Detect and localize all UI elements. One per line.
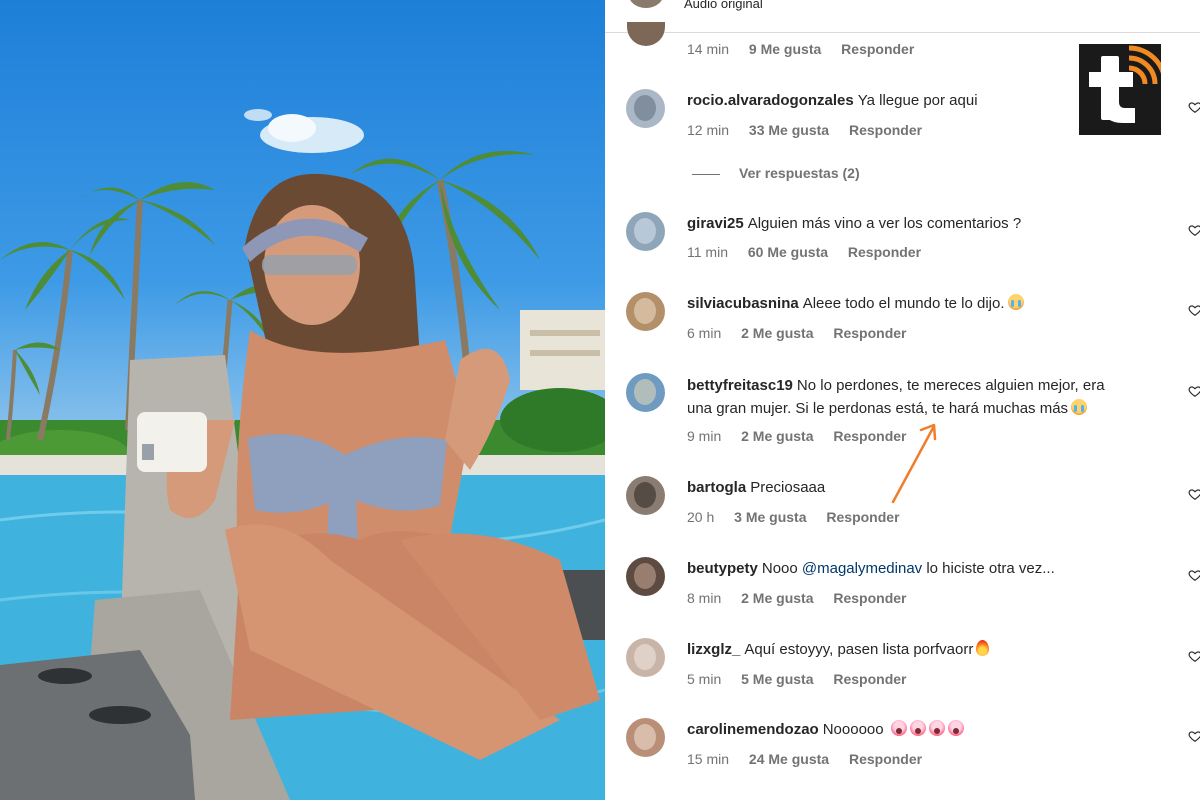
- likes-count[interactable]: 3 Me gusta: [734, 509, 806, 525]
- crying-face-icon: [1007, 294, 1024, 310]
- comment-time: 15 min: [687, 751, 730, 767]
- avatar[interactable]: [626, 89, 665, 128]
- reply-button[interactable]: Responder: [833, 325, 906, 341]
- comment-meta: 5 min 5 Me gusta Responder: [687, 671, 923, 687]
- heart-icon[interactable]: [1188, 384, 1200, 398]
- heart-icon[interactable]: [1188, 487, 1200, 501]
- comment-text: bartogla Preciosaaa: [687, 477, 1167, 498]
- comment-meta: 12 min 33 Me gusta Responder: [687, 122, 938, 138]
- comment-text: carolinemendozao Noooooo: [687, 719, 1167, 740]
- screaming-face-icon: [947, 720, 964, 736]
- reply-button[interactable]: Responder: [833, 590, 906, 606]
- comment-body: Preciosaaa: [750, 479, 826, 496]
- post-photo: [0, 0, 605, 800]
- avatar[interactable]: [626, 718, 665, 757]
- photo-illustration: [0, 109, 605, 800]
- view-replies-button[interactable]: Ver respuestas (2): [692, 165, 860, 181]
- comment-body-tail: lo hiciste otra vez...: [926, 560, 1055, 577]
- comment-body: Noooooo: [822, 721, 884, 738]
- likes-count[interactable]: 24 Me gusta: [749, 751, 829, 767]
- comment-body: Aquí estoyyy, pasen lista porfvaorr: [744, 641, 974, 658]
- comment-body: No lo perdones, te mereces alguien mejor…: [796, 377, 1105, 394]
- heart-icon[interactable]: [1188, 223, 1200, 237]
- post-header: Audio original: [605, 0, 1200, 33]
- comment-username[interactable]: beutypety: [687, 560, 758, 577]
- comment-time: 11 min: [687, 244, 728, 260]
- heart-icon[interactable]: [1188, 303, 1200, 317]
- likes-count[interactable]: 2 Me gusta: [741, 590, 813, 606]
- comment-text: beutypety Nooo @magalymedinav lo hiciste …: [687, 558, 1167, 579]
- heart-icon[interactable]: [1188, 649, 1200, 663]
- comment-body-line2: una gran mujer. Si le perdonas está, te …: [687, 400, 1069, 417]
- comment-username[interactable]: bettyfreitasc19: [687, 377, 793, 394]
- comment-meta: 6 min 2 Me gusta Responder: [687, 325, 923, 341]
- comment-body: Aleee todo el mundo te lo dijo.: [802, 295, 1005, 312]
- avatar[interactable]: [626, 292, 665, 331]
- reply-button[interactable]: Responder: [841, 41, 914, 57]
- comment-body: Nooo: [761, 560, 798, 577]
- comment-username[interactable]: giravi25: [687, 215, 744, 232]
- heart-icon[interactable]: [1188, 729, 1200, 743]
- likes-count[interactable]: 2 Me gusta: [741, 428, 813, 444]
- comment-meta: 14 min 9 Me gusta Responder: [687, 41, 930, 57]
- avatar[interactable]: [626, 212, 665, 251]
- heart-icon[interactable]: [1188, 100, 1200, 114]
- screaming-face-icon: [890, 720, 907, 736]
- comment-meta: 15 min 24 Me gusta Responder: [687, 751, 938, 767]
- comment-username[interactable]: lizxglz_: [687, 641, 740, 658]
- comment-time: 6 min: [687, 325, 722, 341]
- reply-button[interactable]: Responder: [833, 671, 906, 687]
- crying-face-icon: [1071, 399, 1088, 415]
- likes-count[interactable]: 5 Me gusta: [741, 671, 813, 687]
- comment-meta: 11 min 60 Me gusta Responder: [687, 244, 937, 260]
- likes-count[interactable]: 33 Me gusta: [749, 122, 829, 138]
- comment-text: giravi25 Alguien más vino a ver los comen…: [687, 213, 1167, 234]
- comment-username[interactable]: rocio.alvaradogonzales: [687, 92, 854, 109]
- comment-text: silviacubasnina Aleee todo el mundo te lo…: [687, 293, 1167, 314]
- likes-count[interactable]: 60 Me gusta: [748, 244, 828, 260]
- avatar[interactable]: [626, 557, 665, 596]
- heart-icon[interactable]: [1188, 568, 1200, 582]
- comment-time: 9 min: [687, 428, 722, 444]
- comment-time: 20 h: [687, 509, 715, 525]
- comment-meta: 8 min 2 Me gusta Responder: [687, 590, 923, 606]
- comment-body: Ya llegue por aqui: [857, 92, 978, 109]
- likes-count[interactable]: 2 Me gusta: [741, 325, 813, 341]
- comment-meta: 20 h 3 Me gusta Responder: [687, 509, 916, 525]
- comment-username[interactable]: silviacubasnina: [687, 295, 799, 312]
- comment-time: 12 min: [687, 122, 730, 138]
- comment-text: bettyfreitasc19 No lo perdones, te merece…: [687, 374, 1167, 420]
- fire-icon: [976, 640, 990, 656]
- replies-divider: [692, 173, 720, 175]
- reply-button[interactable]: Responder: [849, 122, 922, 138]
- reply-button[interactable]: Responder: [826, 509, 899, 525]
- comment-username[interactable]: carolinemendozao: [687, 721, 819, 738]
- audio-label[interactable]: Audio original: [684, 0, 763, 11]
- comment-time: 5 min: [687, 671, 722, 687]
- screaming-face-icon: [909, 720, 926, 736]
- avatar[interactable]: [626, 373, 665, 412]
- avatar[interactable]: [626, 638, 665, 677]
- likes-count[interactable]: 9 Me gusta: [749, 41, 821, 57]
- comment-time: 8 min: [687, 590, 722, 606]
- avatar[interactable]: [626, 476, 665, 515]
- screaming-face-icon: [928, 720, 945, 736]
- avatar[interactable]: [628, 0, 664, 8]
- reply-button[interactable]: Responder: [848, 244, 921, 260]
- comment-body: Alguien más vino a ver los comentarios ?: [747, 215, 1022, 232]
- reply-button[interactable]: Responder: [849, 751, 922, 767]
- mention-link[interactable]: @magalymedinav: [802, 560, 922, 577]
- comment-time: 14 min: [687, 41, 730, 57]
- avatar[interactable]: [627, 22, 665, 46]
- comment-username[interactable]: bartogla: [687, 479, 746, 496]
- view-replies-label[interactable]: Ver respuestas (2): [739, 165, 860, 181]
- comment-text: lizxglz_ Aquí estoyyy, pasen lista porfva…: [687, 639, 1167, 660]
- brand-logo-icon: [1079, 44, 1161, 135]
